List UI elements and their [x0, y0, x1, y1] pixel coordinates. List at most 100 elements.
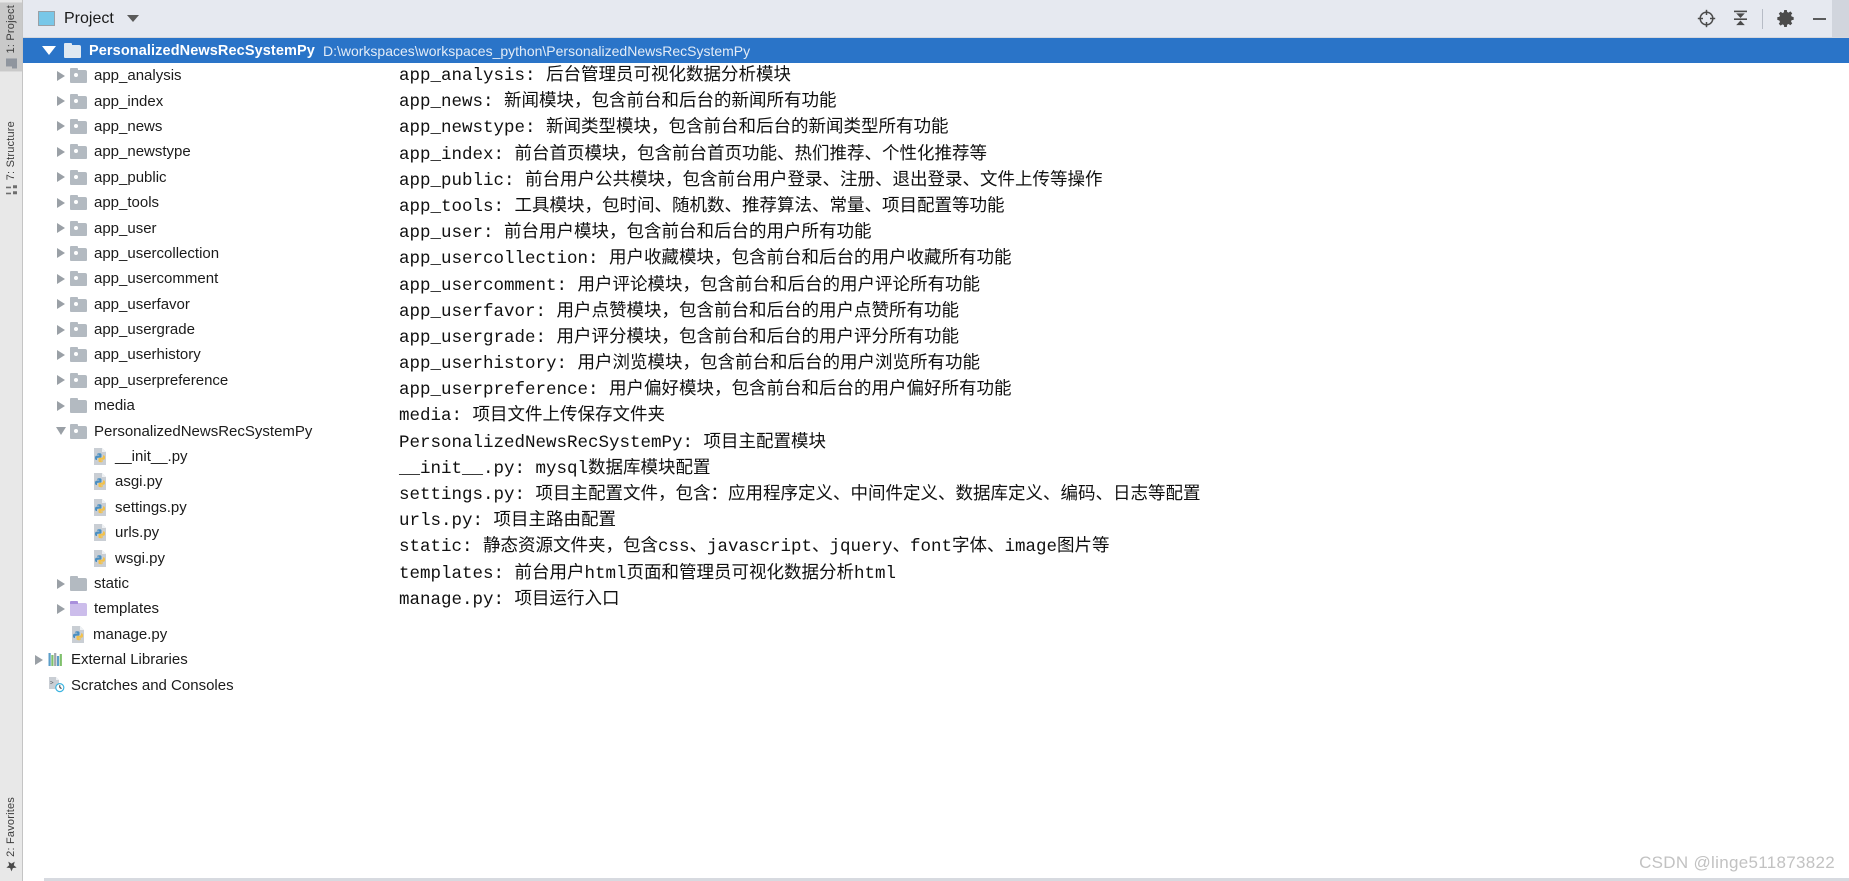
- folder-template-icon: [70, 601, 87, 617]
- description-line: PersonalizedNewsRecSystemPy: 项目主配置模块: [399, 432, 827, 453]
- folder-module-icon: [70, 144, 87, 160]
- chevron-collapsed-icon[interactable]: [57, 197, 65, 208]
- folder-module-icon: [70, 372, 87, 388]
- tree-item-app_news[interactable]: app_news: [22, 114, 392, 139]
- collapse-all-icon[interactable]: [1723, 2, 1757, 36]
- tree-item-toggle[interactable]: [52, 121, 70, 132]
- tree-item-toggle[interactable]: [52, 70, 70, 81]
- tree-item-toggle[interactable]: [30, 654, 48, 665]
- chevron-collapsed-icon[interactable]: [57, 299, 65, 310]
- tree-item-app_usercollection[interactable]: app_usercollection: [22, 241, 392, 266]
- tree-item-toggle[interactable]: [52, 96, 70, 107]
- chevron-collapsed-icon[interactable]: [57, 375, 65, 386]
- module-description-text: app_analysis: 后台管理员可视化数据分析模块 app_news: 新闻…: [399, 63, 1201, 613]
- chevron-down-icon[interactable]: [126, 15, 139, 22]
- tree-item-static[interactable]: static: [22, 571, 392, 596]
- tree-item-app_index[interactable]: app_index: [22, 88, 392, 113]
- chevron-collapsed-icon[interactable]: [57, 248, 65, 259]
- tree-item-label: app_news: [94, 117, 163, 135]
- chevron-collapsed-icon[interactable]: [57, 96, 65, 107]
- chevron-collapsed-icon[interactable]: [57, 146, 65, 157]
- project-icon: [6, 57, 17, 69]
- description-line: app_analysis: 后台管理员可视化数据分析模块: [399, 66, 792, 86]
- tree-item-app_public[interactable]: app_public: [22, 165, 392, 190]
- tree-item-toggle[interactable]: [52, 197, 70, 208]
- tree-item-urls-py[interactable]: urls.py: [22, 520, 392, 545]
- tree-item-app_userpreference[interactable]: app_userpreference: [22, 368, 392, 393]
- tree-item-toggle[interactable]: [52, 172, 70, 183]
- tree-item-app_tools[interactable]: app_tools: [22, 190, 392, 215]
- tree-item-app_userhistory[interactable]: app_userhistory: [22, 342, 392, 367]
- tree-item-toggle[interactable]: [52, 375, 70, 386]
- folder-module-icon: [70, 271, 87, 287]
- tree-item-app_newstype[interactable]: app_newstype: [22, 139, 392, 164]
- python-file-icon: [92, 549, 108, 567]
- toolwindow-tab-favorites[interactable]: 2: Favorites: [0, 794, 22, 875]
- tree-item-toggle[interactable]: [52, 146, 70, 157]
- minimize-icon[interactable]: [1802, 2, 1836, 36]
- tree-item-app_analysis[interactable]: app_analysis: [22, 63, 392, 88]
- folder-module-icon: [70, 322, 87, 338]
- tree-item-label: asgi.py: [115, 473, 163, 491]
- tree-item-asgi-py[interactable]: asgi.py: [22, 469, 392, 494]
- chevron-expanded-icon[interactable]: [42, 46, 56, 55]
- chevron-collapsed-icon[interactable]: [57, 400, 65, 411]
- tree-item-personalizednewsrecsystempy[interactable]: PersonalizedNewsRecSystemPy: [22, 418, 392, 443]
- toolwindow-tab-project[interactable]: 1: Project: [0, 2, 22, 72]
- tree-item-toggle[interactable]: [52, 349, 70, 360]
- description-line: media: 项目文件上传保存文件夹: [399, 406, 666, 427]
- chevron-collapsed-icon[interactable]: [57, 324, 65, 335]
- tree-item-app_user[interactable]: app_user: [22, 215, 392, 240]
- chevron-collapsed-icon[interactable]: [57, 70, 65, 81]
- chevron-collapsed-icon[interactable]: [57, 273, 65, 284]
- tree-item-label: static: [94, 575, 130, 592]
- tree-item-app_userfavor[interactable]: app_userfavor: [22, 292, 392, 317]
- tree-item-label: app_analysis: [94, 67, 182, 85]
- tree-item-toggle[interactable]: [52, 223, 70, 234]
- chevron-collapsed-icon[interactable]: [57, 603, 65, 614]
- description-line: app_newstype: 新闻类型模块，包含前台和后台的新闻类型所有功能: [399, 118, 949, 139]
- tree-item-toggle[interactable]: [52, 578, 70, 589]
- chevron-collapsed-icon[interactable]: [57, 578, 65, 589]
- tree-item-toggle[interactable]: [52, 273, 70, 284]
- scratches-icon: >: [48, 677, 65, 693]
- tree-item-templates[interactable]: templates: [22, 596, 392, 621]
- vertical-scrollbar[interactable]: [1835, 63, 1849, 881]
- tree-root-row[interactable]: PersonalizedNewsRecSystemPy D:\workspace…: [22, 38, 1849, 63]
- tree-item-toggle[interactable]: [52, 248, 70, 259]
- tree-item-label: settings.py: [115, 498, 187, 516]
- tree-item-label: app_userfavor: [94, 295, 190, 313]
- chevron-collapsed-icon[interactable]: [57, 172, 65, 183]
- tree-item-wsgi-py[interactable]: wsgi.py: [22, 545, 392, 570]
- folder-icon: [70, 576, 87, 591]
- tree-item-manage-py[interactable]: manage.py: [22, 622, 392, 647]
- description-line: templates: 前台用户html页面和管理员可视化数据分析html: [399, 563, 897, 584]
- folder-module-icon: [70, 245, 87, 261]
- tree-item-scratches-and-consoles[interactable]: > Scratches and Consoles: [22, 672, 392, 697]
- tree-item-toggle[interactable]: [52, 299, 70, 310]
- chevron-collapsed-icon[interactable]: [35, 654, 43, 665]
- description-line: app_userfavor: 用户点赞模块，包含前台和后台的用户点赞所有功能: [399, 301, 960, 322]
- tree-item-toggle[interactable]: [52, 324, 70, 335]
- locate-icon[interactable]: [1689, 2, 1723, 36]
- folder-module-icon: [70, 347, 87, 363]
- tree-item-app_usercomment[interactable]: app_usercomment: [22, 266, 392, 291]
- tree-item-toggle[interactable]: [52, 400, 70, 411]
- chevron-expanded-icon[interactable]: [56, 427, 66, 436]
- tree-item-toggle[interactable]: [52, 603, 70, 614]
- tree-item-app_usergrade[interactable]: app_usergrade: [22, 317, 392, 342]
- tree-item-media[interactable]: media: [22, 393, 392, 418]
- chevron-collapsed-icon[interactable]: [57, 223, 65, 234]
- page-title: Project: [64, 9, 114, 27]
- tree-item-__init__-py[interactable]: __init__.py: [22, 444, 392, 469]
- tree-item-settings-py[interactable]: settings.py: [22, 495, 392, 520]
- chevron-collapsed-icon[interactable]: [57, 121, 65, 132]
- toolwindow-tab-structure[interactable]: 7: Structure: [0, 118, 22, 198]
- tool-window-header: Project: [22, 0, 1849, 38]
- chevron-collapsed-icon[interactable]: [57, 349, 65, 360]
- tree-item-external-libraries[interactable]: External Libraries: [22, 647, 392, 672]
- tree-item-toggle[interactable]: [52, 427, 70, 436]
- gear-icon[interactable]: [1768, 2, 1802, 36]
- folder-module-icon: [70, 195, 87, 211]
- project-title-group[interactable]: Project: [22, 10, 139, 28]
